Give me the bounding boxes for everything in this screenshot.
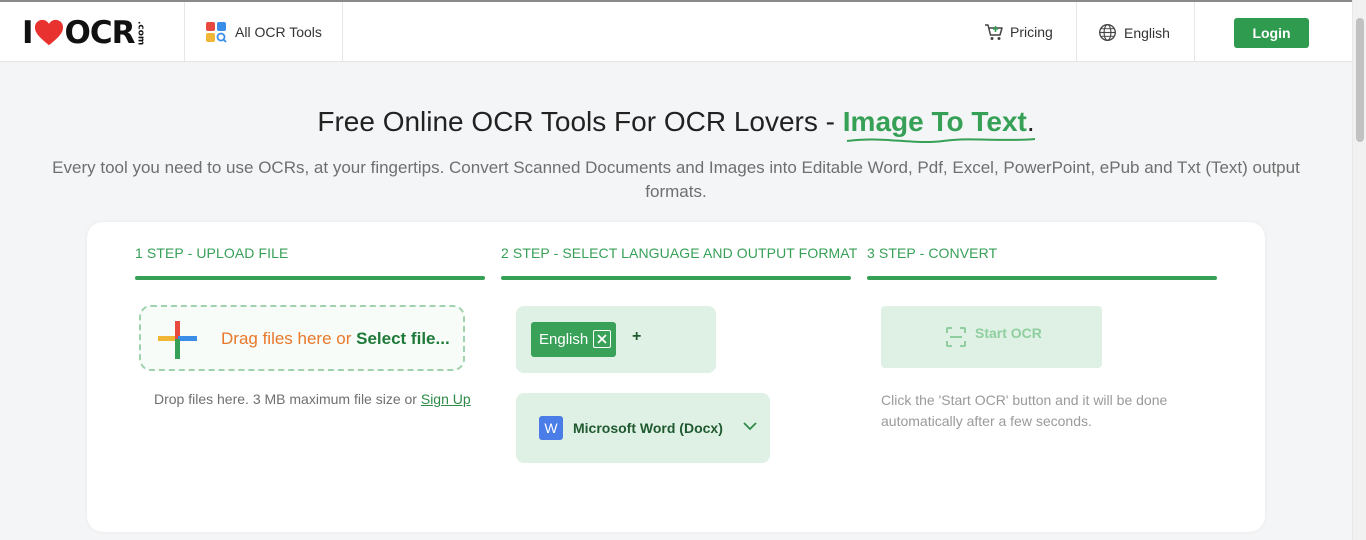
title-highlight-text: Image To Text — [842, 106, 1027, 137]
globe-icon — [1099, 24, 1116, 41]
step2-progress-bar — [501, 276, 851, 280]
language-label: English — [1124, 24, 1170, 41]
page-scrollbar[interactable] — [1352, 0, 1366, 540]
cart-icon — [985, 24, 1003, 40]
site-logo[interactable]: I OCR .com — [22, 15, 146, 51]
close-icon[interactable] — [593, 330, 611, 348]
title-highlight: Image To Text — [842, 106, 1035, 144]
header-divider — [342, 2, 343, 62]
pricing-link[interactable]: Pricing — [984, 22, 1053, 42]
word-file-icon: W — [539, 416, 563, 440]
dropzone-text: Drag files here or Select file... — [221, 329, 450, 349]
login-button[interactable]: Login — [1234, 18, 1309, 48]
pricing-label: Pricing — [1010, 24, 1053, 40]
underline-swoosh-icon — [846, 138, 1035, 144]
header-divider — [1194, 2, 1195, 62]
select-file-link[interactable]: Select file... — [356, 329, 450, 348]
logo-dotcom: .com — [135, 20, 146, 46]
drag-files-text: Drag files here or — [221, 329, 357, 348]
scan-icon — [946, 327, 966, 347]
add-language-button[interactable]: + — [632, 328, 641, 346]
title-prefix: Free Online OCR Tools For OCR Lovers - — [317, 106, 843, 137]
upload-limit-note: Drop files here. 3 MB maximum file size … — [154, 389, 474, 409]
language-chip-label: English — [539, 331, 589, 348]
logo-letter-i: I — [22, 15, 34, 51]
title-suffix: . — [1026, 106, 1035, 137]
chevron-down-icon — [743, 422, 757, 431]
site-header: I OCR .com All OCR Tools Pricing English… — [0, 0, 1352, 62]
sign-up-link[interactable]: Sign Up — [421, 391, 471, 407]
output-format-label: Microsoft Word (Docx) — [573, 420, 723, 436]
header-divider — [1076, 2, 1077, 62]
language-chip: English — [531, 322, 616, 357]
step3-progress-bar — [867, 276, 1217, 280]
grid-apps-icon — [206, 22, 227, 43]
step1-progress-bar — [135, 276, 485, 280]
header-divider — [184, 2, 185, 62]
start-ocr-label: Start OCR — [975, 325, 1042, 341]
logo-text: OCR — [64, 15, 136, 51]
heart-icon — [34, 19, 63, 46]
output-format-dropdown[interactable]: W Microsoft Word (Docx) — [516, 393, 770, 463]
step2-label: 2 STEP - SELECT LANGUAGE AND OUTPUT FORM… — [501, 245, 858, 261]
convert-note: Click the 'Start OCR' button and it will… — [881, 392, 1168, 429]
start-ocr-button[interactable]: Start OCR — [881, 306, 1102, 368]
all-ocr-tools-label: All OCR Tools — [235, 24, 322, 40]
all-ocr-tools-link[interactable]: All OCR Tools — [205, 21, 322, 43]
step1-label: 1 STEP - UPLOAD FILE — [135, 245, 289, 261]
plus-icon — [158, 321, 197, 359]
upload-limit-text: Drop files here. 3 MB maximum file size … — [154, 391, 421, 407]
step3-label: 3 STEP - CONVERT — [867, 245, 998, 261]
ocr-steps-card: 1 STEP - UPLOAD FILE 2 STEP - SELECT LAN… — [87, 222, 1265, 532]
scrollbar-thumb[interactable] — [1356, 18, 1364, 142]
language-selector[interactable]: English — [1098, 23, 1170, 42]
language-select-box[interactable]: English + — [516, 306, 716, 373]
page-subtitle: Every tool you need to use OCRs, at your… — [52, 158, 1300, 201]
file-dropzone[interactable]: Drag files here or Select file... — [139, 305, 465, 371]
page-title: Free Online OCR Tools For OCR Lovers - I… — [0, 106, 1352, 144]
